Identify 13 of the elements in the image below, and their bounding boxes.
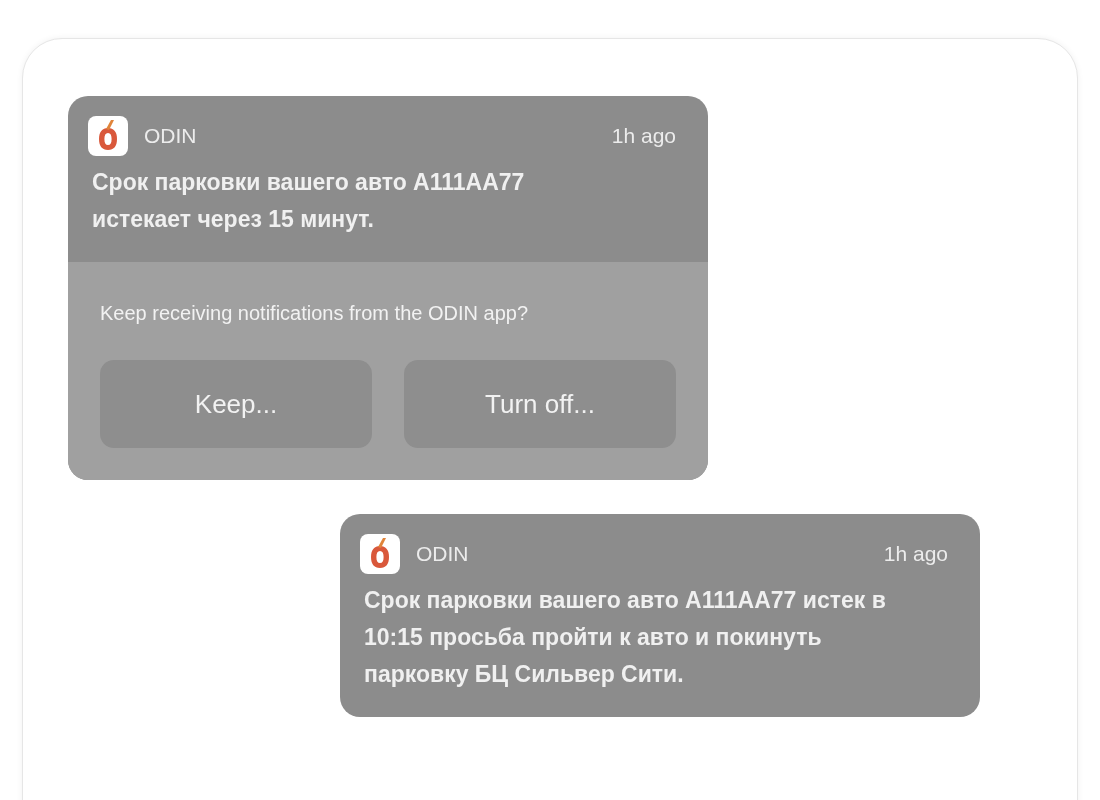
notification-message: Срок парковки вашего авто A111AA77 истекает через 15 минут. — [91, 168, 526, 234]
notification-message: Срок парковки вашего авто A111AA77 истек в 10:15 просьба пройти к авто и покинуть парковку БЦ Сильвер Сити. — [363, 586, 887, 689]
notification-time: 1h ago — [611, 123, 677, 150]
prompt-question: Keep receiving notifications from the ODIN app? — [100, 301, 529, 326]
prompt-button[interactable]: Turn off... — [404, 360, 676, 448]
notification-card[interactable]: ODIN 1h ago Срок парковки вашего авто A111AA77 истек в 10:15 просьба пройти к авто и покинуть парковку БЦ Сильвер Сити. — [340, 514, 980, 717]
notification-card[interactable]: ODIN 1h ago Срок парковки вашего авто A111AA77 истекает через 15 минут. Keep receiving notifications from the ODIN app? Keep... Turn off... — [68, 96, 708, 480]
notification-time: 1h ago — [883, 541, 949, 568]
app-logo-icon — [360, 534, 400, 574]
prompt-button[interactable]: Keep... — [100, 360, 372, 448]
app-name: ODIN — [416, 541, 469, 568]
app-logo-icon — [88, 116, 128, 156]
app-name: ODIN — [144, 123, 197, 150]
